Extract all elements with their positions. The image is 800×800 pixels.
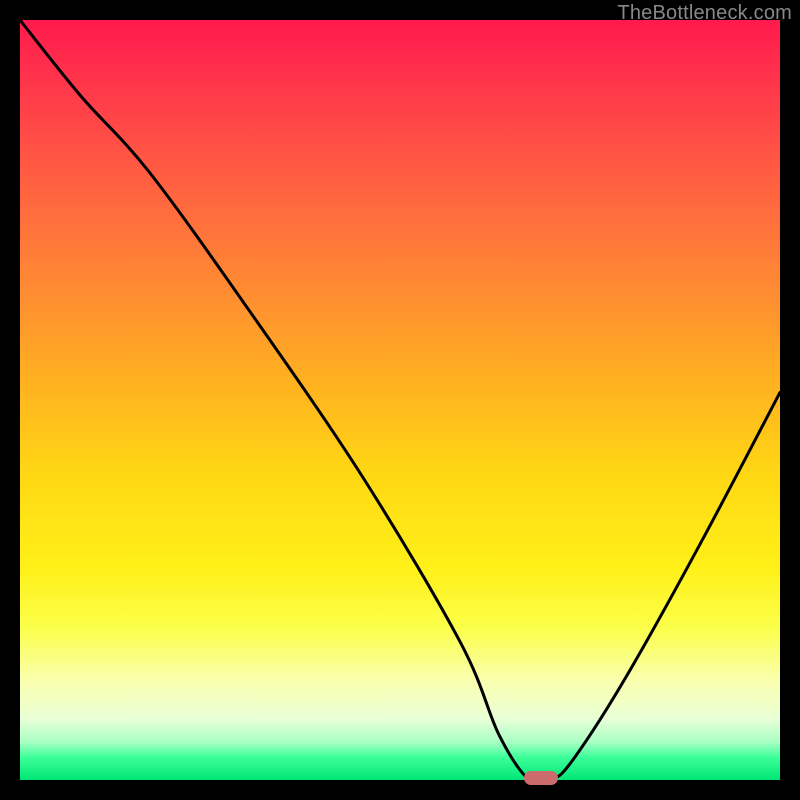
optimal-marker <box>524 771 558 785</box>
curve-svg <box>20 20 780 780</box>
chart-frame: TheBottleneck.com <box>0 0 800 800</box>
bottleneck-curve <box>20 20 780 784</box>
plot-area <box>20 20 780 780</box>
